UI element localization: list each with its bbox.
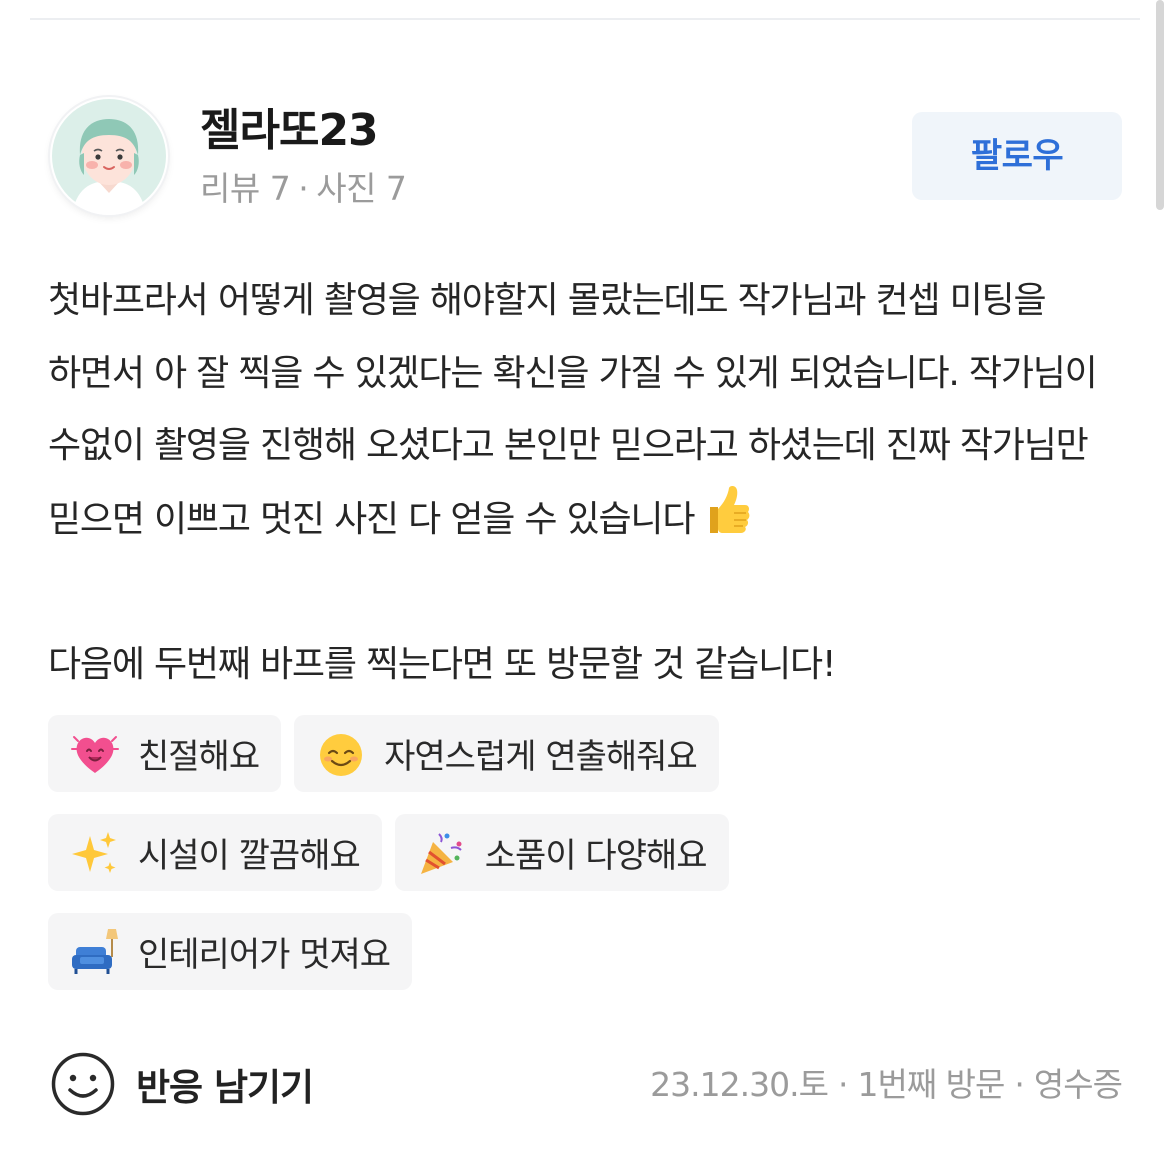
party-popper-icon bbox=[420, 832, 462, 874]
tag-label: 인테리어가 멋져요 bbox=[138, 935, 391, 975]
tag-row: 시설이 깔끔해요 소품이 다양해요 bbox=[48, 814, 1128, 891]
relieved-face-icon bbox=[320, 733, 363, 776]
visit-count: 1번째 방문 bbox=[857, 1065, 1005, 1104]
reviewer-profile: 젤라또23 리뷰 7 · 사진 7 팔로우 bbox=[50, 97, 1122, 219]
tag-row: 인테리어가 멋져요 bbox=[48, 913, 1128, 990]
tag-nice-interior[interactable]: 인테리어가 멋져요 bbox=[48, 913, 413, 990]
tag-label: 자연스럽게 연출해줘요 bbox=[384, 737, 698, 777]
tag-clean-facility[interactable]: 시설이 깔끔해요 bbox=[48, 814, 382, 891]
tag-kind[interactable]: 친절해요 bbox=[48, 715, 282, 792]
review-count: 리뷰 7 bbox=[200, 169, 291, 208]
tag-label: 시설이 깔끔해요 bbox=[138, 836, 361, 876]
receipt-link[interactable]: 영수증 bbox=[1034, 1065, 1123, 1104]
reaction-label: 반응 남기기 bbox=[136, 1066, 314, 1109]
review-body: 첫바프라서 어떻게 촬영을 해야할지 몰랐는데도 작가님과 컨셉 미팅을 하면서… bbox=[48, 280, 1098, 540]
leave-reaction-button[interactable]: 반응 남기기 bbox=[50, 1050, 314, 1118]
tag-label: 소품이 다양해요 bbox=[484, 836, 708, 876]
visit-meta: 23.12.30.토 · 1번째 방문 · 영수증 bbox=[650, 1058, 1123, 1106]
photo-count: 사진 7 bbox=[316, 169, 407, 208]
sparkles-icon bbox=[72, 831, 116, 873]
couch-lamp-icon bbox=[72, 928, 118, 974]
tag-various-props[interactable]: 소품이 다양해요 bbox=[394, 814, 729, 891]
user-name[interactable]: 젤라또23 bbox=[200, 103, 379, 159]
review-text: 첫바프라서 어떻게 촬영을 해야할지 몰랐는데도 작가님과 컨셉 미팅을 하면서… bbox=[48, 265, 1128, 701]
keyword-tags: 친절해요 자연스럽게 연출해줘요 시설이 깔끔해요 소품이 다양해요 인테리어가… bbox=[48, 715, 1128, 1012]
stats-separator: · bbox=[298, 169, 309, 208]
review-body-2: 다음에 두번째 바프를 찍는다면 또 방문할 것 같습니다! bbox=[48, 643, 836, 685]
smile-icon bbox=[51, 1052, 115, 1116]
tag-natural-direction[interactable]: 자연스럽게 연출해줘요 bbox=[294, 715, 719, 792]
top-divider bbox=[30, 18, 1140, 20]
thumbs-up-icon bbox=[710, 485, 750, 533]
tag-row: 친절해요 자연스럽게 연출해줘요 bbox=[48, 715, 1128, 792]
meta-separator: · bbox=[1014, 1065, 1024, 1104]
sparkling-heart-icon bbox=[71, 735, 119, 773]
avatar-illustration bbox=[52, 99, 166, 215]
follow-button[interactable]: 팔로우 bbox=[912, 112, 1122, 200]
tag-label: 친절해요 bbox=[138, 737, 260, 777]
avatar[interactable] bbox=[50, 97, 168, 215]
meta-separator: · bbox=[837, 1065, 848, 1104]
user-stats: 리뷰 7 · 사진 7 bbox=[200, 167, 407, 211]
visit-date: 23.12.30.토 bbox=[650, 1065, 829, 1104]
scrollbar[interactable] bbox=[1156, 0, 1164, 210]
